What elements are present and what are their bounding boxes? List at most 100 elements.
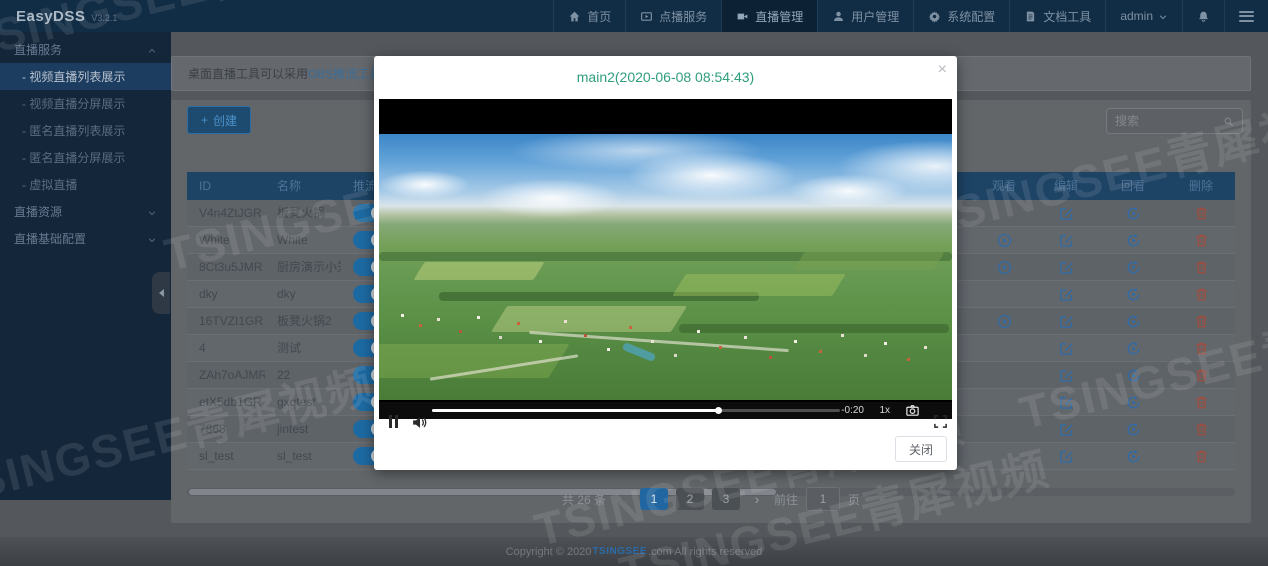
cell-watch: [975, 254, 1033, 280]
play-circle-icon[interactable]: [997, 260, 1012, 275]
cell-watch: [975, 416, 1033, 442]
pagination: 共 26 条 ‹ 123 › 前往 页: [171, 487, 1251, 511]
user-menu[interactable]: admin: [1105, 0, 1182, 32]
replay-icon[interactable]: [1126, 206, 1141, 221]
bell-icon: [1197, 10, 1210, 23]
total-count: 共 26 条: [561, 492, 606, 507]
nav-item-label: 系统配置: [947, 9, 996, 24]
nav-item[interactable]: 用户管理: [817, 0, 913, 32]
cell-id: 7868: [199, 422, 226, 436]
edit-icon[interactable]: [1059, 422, 1074, 437]
sidebar-item[interactable]: - 视频直播列表展示: [0, 63, 171, 90]
cell-edit: [1033, 200, 1099, 226]
close-button[interactable]: 关闭: [894, 436, 947, 462]
cell-replay: [1099, 335, 1167, 361]
sidebar-item[interactable]: - 匿名直播列表展示: [0, 117, 171, 144]
nav-item[interactable]: 系统配置: [913, 0, 1009, 32]
replay-icon[interactable]: [1126, 395, 1141, 410]
trash-icon[interactable]: [1194, 341, 1209, 356]
play-circle-icon[interactable]: [997, 233, 1012, 248]
trash-icon[interactable]: [1194, 368, 1209, 383]
edit-icon[interactable]: [1059, 287, 1074, 302]
replay-icon[interactable]: [1126, 233, 1141, 248]
prev-page-button[interactable]: ‹: [614, 488, 632, 510]
search-input[interactable]: [1107, 114, 1223, 128]
cell-name: 测试: [277, 341, 302, 355]
edit-icon[interactable]: [1059, 206, 1074, 221]
replay-icon[interactable]: [1126, 449, 1141, 464]
edit-icon[interactable]: [1059, 395, 1074, 410]
vod-icon: [640, 10, 653, 23]
search-box: [1106, 108, 1243, 134]
page-button[interactable]: 3: [712, 488, 740, 510]
edit-icon[interactable]: [1059, 449, 1074, 464]
replay-icon[interactable]: [1126, 287, 1141, 302]
create-button[interactable]: + 创建: [187, 106, 252, 134]
trash-icon[interactable]: [1194, 314, 1209, 329]
snapshot-icon[interactable]: [905, 403, 920, 418]
edit-icon[interactable]: [1059, 260, 1074, 275]
trash-icon[interactable]: [1194, 422, 1209, 437]
cell-edit: [1033, 389, 1099, 415]
hamburger-menu-button[interactable]: [1224, 0, 1268, 32]
replay-icon[interactable]: [1126, 260, 1141, 275]
edit-icon[interactable]: [1059, 368, 1074, 383]
river: [621, 341, 657, 363]
cell-delete: [1167, 227, 1235, 253]
sidebar-section[interactable]: 直播基础配置: [0, 225, 171, 252]
cell-delete: [1167, 308, 1235, 334]
nav-item[interactable]: 直播管理: [721, 0, 818, 32]
volume-icon[interactable]: [411, 414, 428, 431]
video-player[interactable]: -0:20 1x: [379, 99, 952, 428]
trash-icon[interactable]: [1194, 206, 1209, 221]
edit-icon[interactable]: [1059, 314, 1074, 329]
easydss-app: EasyDSS V3.2.1 首页 点播服务 直播管理 用户管理 系统配置 文档工具 ad…: [0, 0, 1268, 566]
trash-icon[interactable]: [1194, 260, 1209, 275]
replay-icon[interactable]: [1126, 341, 1141, 356]
home-icon: [568, 10, 581, 23]
nav-item[interactable]: 点播服务: [625, 0, 721, 32]
fullscreen-icon[interactable]: [933, 414, 948, 429]
edit-icon[interactable]: [1059, 233, 1074, 248]
seek-bar[interactable]: [432, 407, 840, 414]
obs-tool-link[interactable]: OBS推流工具: [308, 65, 381, 82]
goto-page-input[interactable]: [806, 487, 841, 511]
village-houses: [379, 310, 382, 313]
next-page-button[interactable]: ›: [748, 488, 766, 510]
sidebar-item[interactable]: - 视频直播分屏展示: [0, 90, 171, 117]
play-circle-icon[interactable]: [997, 314, 1012, 329]
sidebar-item[interactable]: - 匿名直播分屏展示: [0, 144, 171, 171]
trash-icon[interactable]: [1194, 449, 1209, 464]
nav-menu: 首页 点播服务 直播管理 用户管理 系统配置 文档工具: [553, 0, 1105, 32]
replay-icon[interactable]: [1126, 314, 1141, 329]
search-icon[interactable]: [1223, 115, 1234, 128]
edit-icon[interactable]: [1059, 341, 1074, 356]
replay-icon[interactable]: [1126, 368, 1141, 383]
cell-edit: [1033, 308, 1099, 334]
sidebar-collapse-handle[interactable]: [152, 272, 170, 314]
sidebar-section[interactable]: 直播服务: [0, 36, 171, 63]
nav-item[interactable]: 文档工具: [1009, 0, 1105, 32]
cell-replay: [1099, 308, 1167, 334]
seek-handle[interactable]: [714, 407, 722, 414]
cell-name: 板凳火锅: [277, 206, 326, 220]
playback-rate[interactable]: 1x: [879, 405, 890, 416]
pause-icon[interactable]: [389, 415, 398, 428]
notifications-button[interactable]: [1182, 0, 1224, 32]
chevron-down-icon: [147, 207, 157, 217]
close-icon[interactable]: ×: [938, 62, 947, 78]
sidebar-item[interactable]: - 虚拟直播: [0, 171, 171, 198]
replay-icon[interactable]: [1126, 422, 1141, 437]
cell-id: 8Ct3u5JMR: [199, 260, 263, 274]
page-button[interactable]: 1: [640, 488, 668, 510]
brand: EasyDSS V3.2.1: [0, 0, 236, 32]
nav-item[interactable]: 首页: [553, 0, 625, 32]
modal-header: main2(2020-06-08 08:54:43) ×: [374, 56, 957, 99]
sidebar-section[interactable]: 直播资源: [0, 198, 171, 225]
page-button[interactable]: 2: [676, 488, 704, 510]
trash-icon[interactable]: [1194, 287, 1209, 302]
trash-icon[interactable]: [1194, 233, 1209, 248]
cell-edit: [1033, 281, 1099, 307]
page-footer: Copyright © 2020 TSINGSEE .com All right…: [0, 537, 1268, 566]
trash-icon[interactable]: [1194, 395, 1209, 410]
